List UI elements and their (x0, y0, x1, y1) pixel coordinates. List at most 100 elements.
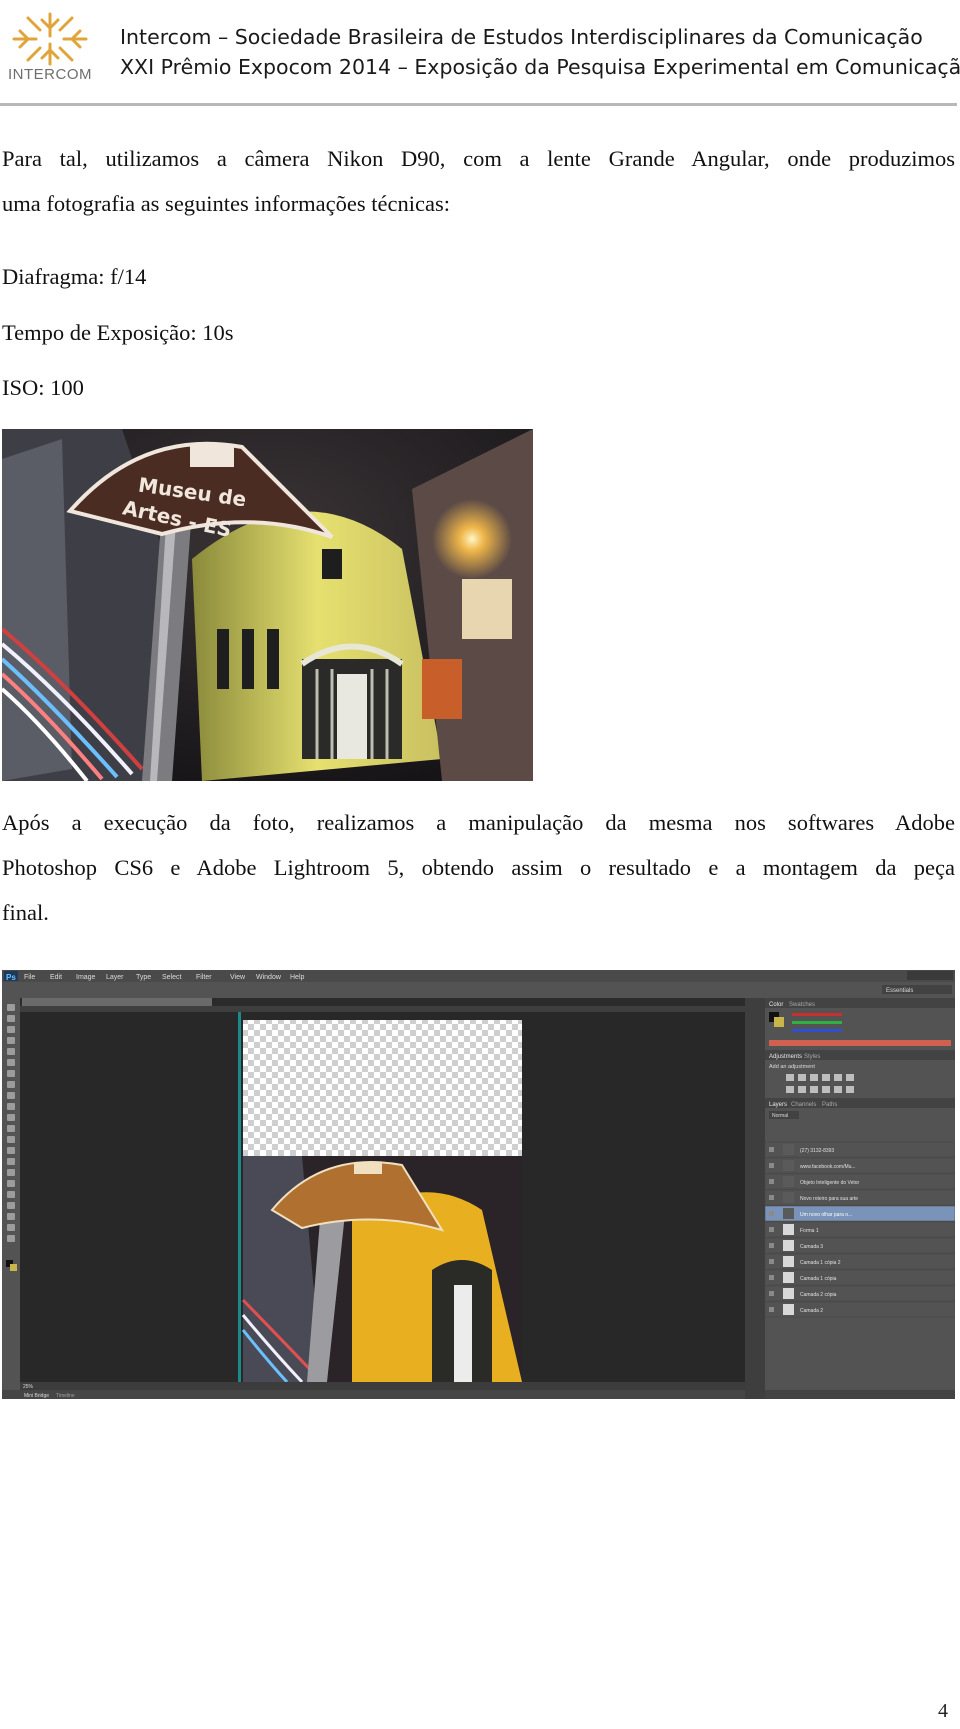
header-line-1: Intercom – Sociedade Brasileira de Estud… (120, 25, 923, 49)
tool-icon[interactable] (7, 1070, 15, 1077)
tool-icon[interactable] (7, 1026, 15, 1033)
paths-tab[interactable]: Paths (822, 1102, 837, 1108)
color-tab[interactable]: Color (769, 1002, 783, 1008)
menu-item-edit[interactable]: Edit (50, 974, 62, 981)
layer-name: Camada 2 (800, 1308, 823, 1314)
tool-icon[interactable] (7, 1213, 15, 1220)
eye-icon[interactable] (769, 1147, 774, 1152)
layer-name: Forma 1 (800, 1228, 819, 1234)
layer-name: www.facebook.com/Mu... (800, 1164, 856, 1170)
layer-thumbnail (783, 1224, 794, 1235)
layer-name: (27) 3132-8393 (800, 1148, 834, 1154)
eye-icon[interactable] (769, 1259, 774, 1264)
menu-item-file[interactable]: File (24, 974, 35, 981)
tool-icon[interactable] (7, 1158, 15, 1165)
tool-icon[interactable] (7, 1081, 15, 1088)
add-adjustment-label: Add an adjustment (769, 1064, 815, 1070)
tool-icon[interactable] (7, 1125, 15, 1132)
ps-app-label: Ps (6, 973, 16, 982)
timeline-tab[interactable]: Timeline (56, 1393, 75, 1399)
spec-aperture: Diafragma: f/14 (2, 264, 147, 289)
layer-name: Um novo olhar para o... (800, 1212, 852, 1218)
tool-icon[interactable] (7, 1114, 15, 1121)
tool-icon[interactable] (7, 1015, 15, 1022)
tool-icon[interactable] (7, 1048, 15, 1055)
layer-name: Camada 3 (800, 1244, 823, 1250)
spec-exposure: Tempo de Exposição: 10s (2, 320, 234, 345)
header-rule (0, 103, 957, 106)
logo-text: INTERCOM (8, 66, 92, 83)
tool-icon[interactable] (7, 1235, 15, 1242)
tool-icon[interactable] (7, 1224, 15, 1231)
blend-mode-select[interactable]: Normal (772, 1113, 788, 1119)
canvas-photo (241, 1156, 522, 1384)
layer-thumbnail (783, 1304, 794, 1315)
adjustment-icon[interactable] (846, 1074, 854, 1081)
adjustment-icon[interactable] (822, 1074, 830, 1081)
menu-item-window[interactable]: Window (256, 974, 282, 981)
tool-icon[interactable] (7, 1092, 15, 1099)
adjustment-icon[interactable] (810, 1086, 818, 1093)
paragraph-2-line-3: final. (2, 900, 49, 925)
layer-name: Camada 1 cópia (800, 1276, 837, 1282)
adjustment-icon[interactable] (834, 1086, 842, 1093)
layer-thumbnail (783, 1192, 794, 1203)
tool-icon[interactable] (7, 1059, 15, 1066)
tool-icon[interactable] (7, 1202, 15, 1209)
menu-item-layer[interactable]: Layer (106, 974, 124, 981)
eye-icon[interactable] (769, 1275, 774, 1280)
spec-iso: ISO: 100 (2, 375, 84, 400)
eye-icon[interactable] (769, 1307, 774, 1312)
menu-item-help[interactable]: Help (290, 974, 305, 981)
transparent-canvas (243, 1020, 522, 1156)
museum-photo: Museu de Artes - ES (2, 429, 533, 781)
background-color-swatch[interactable] (10, 1264, 17, 1271)
menu-item-filter[interactable]: Filter (196, 974, 212, 981)
workspace-select[interactable]: Essentials (886, 988, 913, 994)
eye-icon[interactable] (769, 1243, 774, 1248)
styles-tab[interactable]: Styles (804, 1054, 820, 1060)
layer-thumbnail (783, 1288, 794, 1299)
tool-icon[interactable] (7, 1191, 15, 1198)
layer-thumbnail (783, 1208, 794, 1219)
adjustment-icon[interactable] (798, 1086, 806, 1093)
layer-thumbnail (783, 1144, 794, 1155)
adjustment-icon[interactable] (846, 1086, 854, 1093)
swatches-tab[interactable]: Swatches (789, 1002, 815, 1008)
adjustment-icon[interactable] (798, 1074, 806, 1081)
tool-icon[interactable] (7, 1147, 15, 1154)
menu-item-type[interactable]: Type (136, 974, 151, 981)
tool-icon[interactable] (7, 1037, 15, 1044)
paragraph-2-line-2: Photoshop CS6 e Adobe Lightroom 5, obten… (2, 855, 955, 880)
menu-item-select[interactable]: Select (162, 974, 182, 981)
eye-icon[interactable] (769, 1163, 774, 1168)
layers-tab[interactable]: Layers (769, 1102, 787, 1108)
eye-icon[interactable] (769, 1179, 774, 1184)
layer-name: Objeto Inteligente do Vetor (800, 1180, 860, 1186)
layer-thumbnail (783, 1240, 794, 1251)
tool-icon[interactable] (7, 1136, 15, 1143)
adjustment-icon[interactable] (810, 1074, 818, 1081)
channels-tab[interactable]: Channels (791, 1102, 816, 1108)
tool-icon[interactable] (7, 1180, 15, 1187)
menu-item-image[interactable]: Image (76, 974, 96, 981)
eye-icon[interactable] (769, 1195, 774, 1200)
adjustment-icon[interactable] (822, 1086, 830, 1093)
layer-thumbnail (783, 1176, 794, 1187)
page-number: 4 (938, 1700, 948, 1722)
adjustment-icon[interactable] (786, 1086, 794, 1093)
eye-icon[interactable] (769, 1211, 774, 1216)
mini-bridge-tab[interactable]: Mini Bridge (24, 1393, 49, 1399)
page-header: INTERCOM Intercom – Sociedade Brasileira… (0, 0, 960, 106)
eye-icon[interactable] (769, 1291, 774, 1296)
zoom-level[interactable]: 25% (23, 1384, 34, 1390)
tool-icon[interactable] (7, 1103, 15, 1110)
tool-icon[interactable] (7, 1169, 15, 1176)
photoshop-screenshot: Ps File Edit Image Layer Type Select Filter Vie… (2, 970, 955, 1439)
eye-icon[interactable] (769, 1227, 774, 1232)
tool-icon[interactable] (7, 1004, 15, 1011)
adjustment-icon[interactable] (834, 1074, 842, 1081)
adjustments-tab[interactable]: Adjustments (769, 1054, 802, 1060)
menu-item-view[interactable]: View (230, 974, 246, 981)
adjustment-icon[interactable] (786, 1074, 794, 1081)
